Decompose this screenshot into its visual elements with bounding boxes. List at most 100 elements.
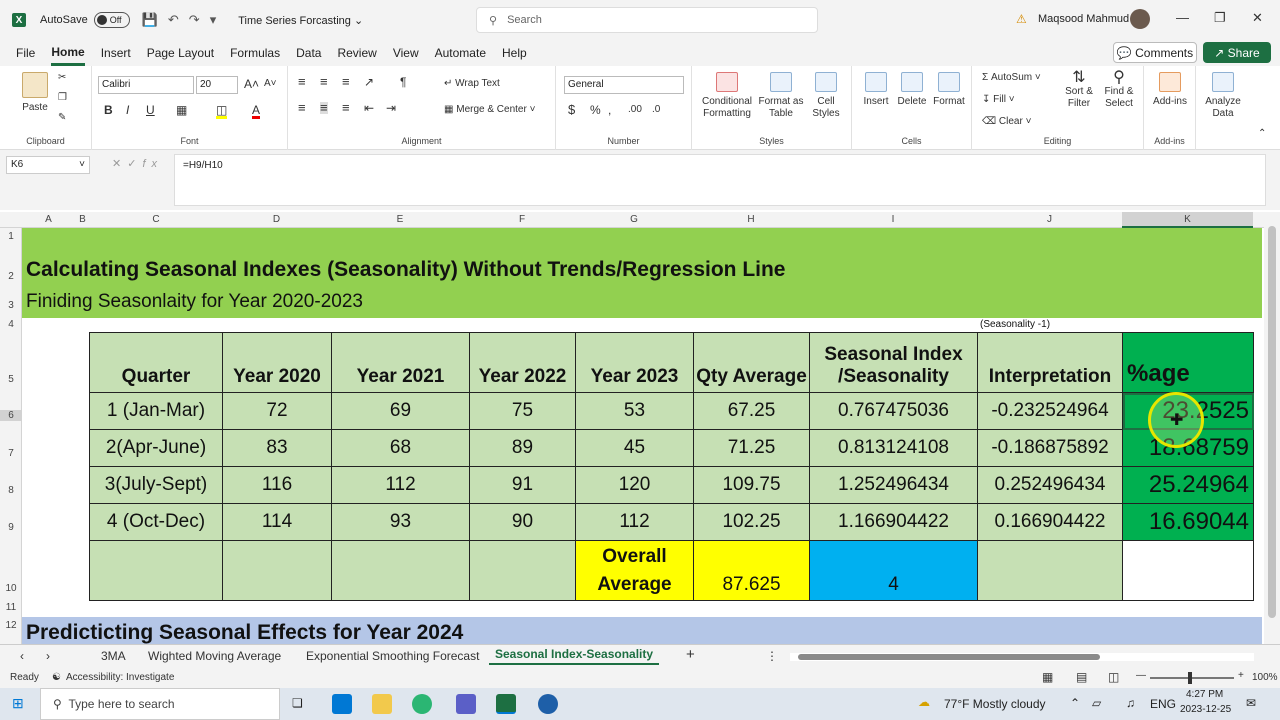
autosave-toggle[interactable]: Off [93,12,130,28]
cell-empty[interactable] [469,540,576,601]
header-qty-average[interactable]: Qty Average [693,332,810,393]
cell-quarter[interactable]: 2(Apr-June) [89,429,223,467]
cell-year-2022[interactable]: 89 [469,429,576,467]
cell-year-2020[interactable]: 116 [222,466,332,504]
cell-year-2022[interactable]: 75 [469,392,576,430]
cell-year-2022[interactable]: 90 [469,503,576,541]
collapse-ribbon-icon[interactable]: ⌃ [1258,128,1266,140]
comma-icon[interactable]: , [608,104,611,116]
format-cells-button[interactable]: Format [932,72,966,108]
cell-year-2020[interactable]: 83 [222,429,332,467]
cell-seasonal-index[interactable]: 1.166904422 [809,503,978,541]
menu-page-layout[interactable]: Page Layout [147,40,214,66]
menu-automate[interactable]: Automate [435,40,486,66]
tray-chevron-icon[interactable]: ⌃ [1070,696,1080,710]
currency-icon[interactable]: $ [568,103,575,116]
overall-average-value[interactable]: 87.625 [693,540,810,601]
row-header-5[interactable]: 5 [0,374,22,385]
menu-file[interactable]: File [16,40,35,66]
cell-seasonal-index[interactable]: 0.813124108 [809,429,978,467]
search-box[interactable]: ⚲ Search [476,7,818,33]
font-size-select[interactable]: 20 [196,76,238,94]
share-button[interactable]: ↗ Share [1203,42,1271,63]
cell-year-2020[interactable]: 72 [222,392,332,430]
row-header-2[interactable]: 2 [0,271,22,282]
row-header-1[interactable]: 1 [0,231,22,242]
close-icon[interactable]: ✕ [1252,10,1263,26]
row-header-12[interactable]: 12 [0,620,22,631]
cell-year-2020[interactable]: 114 [222,503,332,541]
menu-review[interactable]: Review [337,40,376,66]
row-header-3[interactable]: 3 [0,300,22,311]
volume-icon[interactable]: ♫ [1126,696,1135,710]
tab-3ma[interactable]: 3MA [101,649,126,663]
cell-year-2021[interactable]: 93 [331,503,470,541]
fill-color-icon[interactable]: ◫ [216,104,228,119]
task-view-icon[interactable]: ❏ [292,696,303,710]
cell-year-2021[interactable]: 69 [331,392,470,430]
cell-year-2023[interactable]: 53 [575,392,694,430]
cell-seasonal-index[interactable]: 1.252496434 [809,466,978,504]
cell-interpretation[interactable]: 0.166904422 [977,503,1123,541]
clear-button[interactable]: ⌫ Clear ˅ [982,116,1031,128]
row-header-8[interactable]: 8 [0,485,22,496]
font-name-select[interactable]: Calibri [98,76,194,94]
number-format-select[interactable]: General [564,76,684,94]
cell-empty[interactable] [222,540,332,601]
cell-year-2021[interactable]: 68 [331,429,470,467]
formula-input[interactable]: =H9/H10 [174,154,1266,206]
row-header-10[interactable]: 10 [0,583,22,594]
cell-year-2022[interactable]: 91 [469,466,576,504]
menu-insert[interactable]: Insert [101,40,131,66]
tab-exponential-smoothing[interactable]: Exponential Smoothing Forecast [306,649,479,663]
increase-indent-icon[interactable]: ⇥ [386,102,396,114]
col-header-h[interactable]: H [693,212,809,228]
cell-qty-average[interactable]: 109.75 [693,466,810,504]
menu-help[interactable]: Help [502,40,527,66]
increase-font-icon[interactable]: A˄ [244,78,259,90]
tab-weighted-moving-average[interactable]: Wighted Moving Average [148,649,281,663]
row-header-4[interactable]: 4 [0,319,22,330]
worksheet[interactable]: Calculating Seasonal Indexes (Seasonalit… [22,228,1264,644]
name-box[interactable]: K6 ˅ [6,156,90,174]
zoom-slider[interactable] [1150,677,1234,679]
header-year-2022[interactable]: Year 2022 [469,332,576,393]
quarter-count-value[interactable]: 4 [809,540,978,601]
vertical-scrollbar[interactable] [1264,212,1280,644]
network-icon[interactable]: ▱ [1092,696,1101,710]
tab-seasonal-index[interactable]: Seasonal Index-Seasonality [489,647,660,665]
warning-icon[interactable]: ⚠ [1016,12,1027,26]
page-break-view-icon[interactable]: ◫ [1108,670,1119,684]
sort-filter-button[interactable]: ⇅ Sort & Filter [1062,70,1096,110]
taskbar-search[interactable]: ⚲ Type here to search [40,688,280,720]
underline-icon[interactable]: U [146,104,155,116]
cell-qty-average[interactable]: 102.25 [693,503,810,541]
horizontal-scroll-thumb[interactable] [798,654,1100,660]
cell-empty[interactable] [89,540,223,601]
cell-interpretation[interactable]: -0.232524964 [977,392,1123,430]
middle-align-icon[interactable]: ≡ [320,75,328,88]
cell-empty[interactable] [331,540,470,601]
redo-icon[interactable]: ↷ [189,12,200,28]
autosum-button[interactable]: Σ AutoSum ˅ [982,72,1041,84]
minimize-icon[interactable]: — [1176,10,1189,25]
cell-quarter[interactable]: 1 (Jan-Mar) [89,392,223,430]
row-header-6[interactable]: 6 [0,410,22,421]
col-header-c[interactable]: C [90,212,222,228]
col-header-j[interactable]: J [977,212,1122,228]
edge-icon[interactable] [412,694,432,714]
cell-quarter[interactable]: 3(July-Sept) [89,466,223,504]
cell-year-2023[interactable]: 120 [575,466,694,504]
vertical-scroll-thumb[interactable] [1268,226,1276,618]
windows-start-icon[interactable]: ⊞ [12,695,24,712]
menu-data[interactable]: Data [296,40,321,66]
excel-taskbar-icon[interactable] [496,694,516,714]
cell-empty[interactable] [977,540,1123,601]
col-header-d[interactable]: D [222,212,331,228]
cell-year-2023[interactable]: 112 [575,503,694,541]
col-header-e[interactable]: E [331,212,469,228]
col-header-f[interactable]: F [469,212,575,228]
align-right-icon[interactable]: ≡ [342,101,350,114]
insert-cells-button[interactable]: Insert [860,72,892,108]
user-name[interactable]: Maqsood Mahmud [1038,13,1129,25]
